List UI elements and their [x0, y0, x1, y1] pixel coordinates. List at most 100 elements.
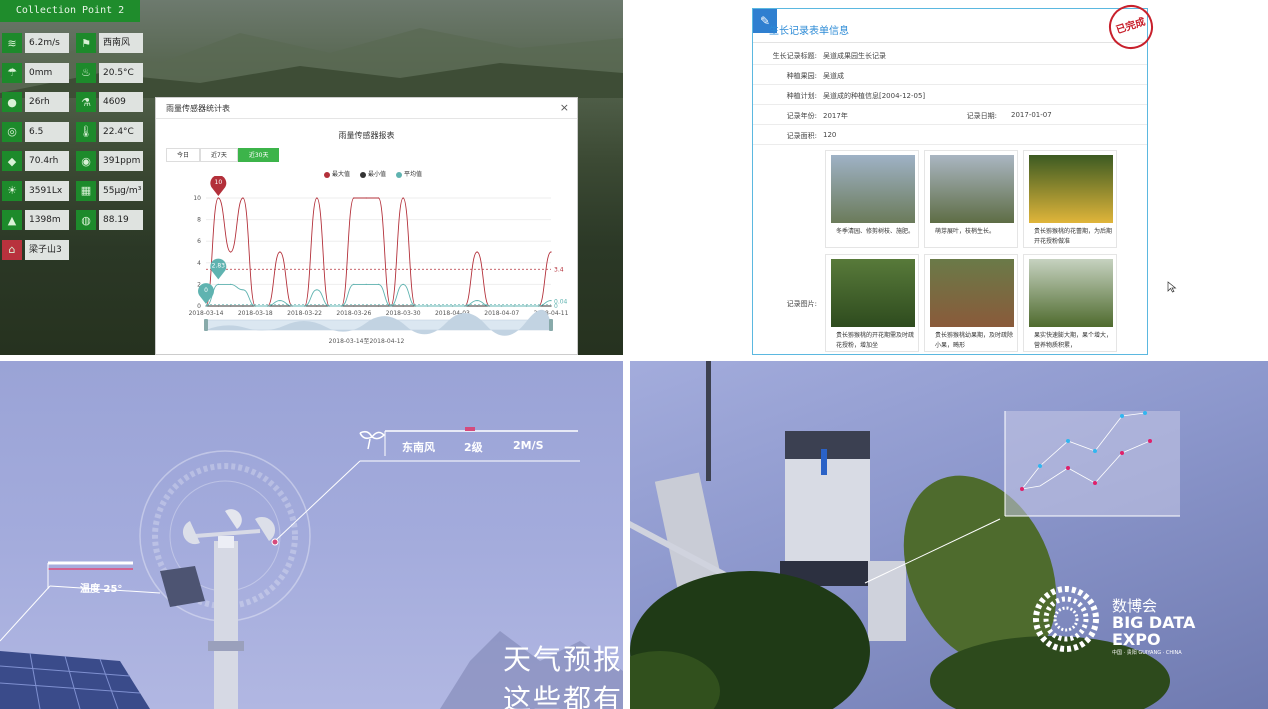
tab-30-days[interactable]: 近30天: [237, 148, 280, 162]
logo-en: BIG DATA EXPO: [1112, 613, 1196, 649]
sensor-value: 26rh: [25, 92, 69, 112]
growth-record-form: ✎ 生长记录表单信息 已完成 生长记录标题: 吴道成果园生长记录 种植果园: 吴道成种…: [752, 0, 1159, 355]
photo-image[interactable]: [1029, 259, 1113, 327]
data-point: [402, 305, 404, 307]
data-point: [242, 197, 244, 199]
form-label: 种植果园:: [786, 72, 817, 80]
form-title: 生长记录表单信息: [769, 26, 849, 37]
sensor-thermometer: 🌡 22.4°C: [76, 121, 143, 142]
sensor-rain: ☂ 0mm: [2, 62, 69, 83]
data-point: [242, 289, 244, 291]
data-point: [217, 197, 219, 199]
data-point: [279, 300, 281, 302]
y-tick-label: 0: [197, 303, 201, 310]
photo-image[interactable]: [930, 155, 1014, 223]
data-point: [205, 305, 207, 307]
sensor-value: 4609: [99, 92, 143, 112]
record-photo[interactable]: 贵长猕猴桃幼果期，及时疏除小果，畸形: [924, 254, 1018, 352]
sensor-value: 1398m: [25, 210, 69, 230]
data-point: [488, 305, 490, 307]
wind-level-text: 2级: [464, 441, 483, 454]
data-point: [525, 305, 527, 307]
photo-image[interactable]: [831, 259, 915, 327]
cursor-icon: [1167, 281, 1177, 293]
photo-image[interactable]: [1029, 155, 1113, 223]
form-value: 吴道成的种植信息[2004-12-05]: [823, 92, 926, 100]
max-marker-label: 10: [215, 179, 223, 186]
soil-ph-icon: ◎: [2, 121, 22, 142]
wind-speed-icon: ≋: [2, 33, 22, 53]
data-point: [230, 251, 232, 253]
form-value: 2017-01-07: [1011, 111, 1052, 119]
temperature-text: 温度 25°: [80, 584, 123, 595]
data-point: [550, 300, 552, 302]
form-value: 吴道成果园生长记录: [823, 52, 886, 60]
form-row: 记录年份: 2017年 记录日期: 2017-01-07: [753, 105, 1147, 125]
sensor-value: 6.5: [25, 121, 69, 142]
data-point: [390, 305, 392, 307]
data-point: [538, 305, 540, 307]
photo-image[interactable]: [930, 259, 1014, 327]
photo-caption: 贵长猕猴桃的花蕾期，为后期开花授粉做准: [1034, 228, 1113, 245]
sensor-pressure: ◍ 88.19: [76, 210, 143, 230]
sensor-flask: ⚗ 4609: [76, 92, 143, 112]
data-point: [353, 197, 355, 199]
data-point: [464, 305, 466, 307]
data-point: [476, 300, 478, 302]
video-subtitle: 天气预报这些都有: [503, 643, 623, 709]
wind-speed-text: 2M/S: [513, 439, 544, 452]
data-point: [217, 305, 219, 307]
rain-icon: ☂: [2, 62, 22, 83]
record-photo[interactable]: 萌芽展叶，枝梢生长。: [924, 150, 1018, 248]
photo-caption: 萌芽展叶，枝梢生长。: [935, 228, 996, 235]
record-photo[interactable]: 果实快速膨大期，果个增大，营养物质积累，: [1023, 254, 1117, 352]
sensor-drop: ◆ 70.4rh: [2, 151, 69, 171]
data-point: [365, 197, 367, 199]
pm25-icon: ▦: [76, 180, 96, 201]
close-icon[interactable]: ×: [560, 101, 569, 114]
flask-icon: ⚗: [76, 92, 96, 112]
sensor-value: 55μg/m³: [99, 180, 143, 201]
form-value: 120: [823, 131, 837, 139]
data-point: [439, 305, 441, 307]
photo-image[interactable]: [831, 155, 915, 223]
form-label: 记录面积:: [786, 132, 817, 140]
sensor-dashboard-panel: Collection Point 2 ≋ 6.2m/s ⚑ 西南风 ☂ 0mm ♨ 20.5°…: [0, 0, 623, 355]
sensor-closeup-panel: 数博会 BIG DATA EXPO 中国 · 贵阳 GUIYANG · CHINA: [630, 361, 1268, 709]
data-point: [501, 305, 503, 307]
sensor-sun: ☀ 3591Lx: [2, 180, 69, 201]
tab-today[interactable]: 今日: [166, 148, 201, 162]
data-point: [316, 305, 318, 307]
logo-sub: 中国 · 贵阳 GUIYANG · CHINA: [1112, 650, 1182, 656]
data-point: [476, 305, 478, 307]
form-row: 种植果园: 吴道成: [753, 65, 1147, 85]
collection-point-title: Collection Point 2: [0, 0, 140, 22]
y-tick-label: 10: [193, 195, 201, 202]
chart-title: 雨量传感器报表: [338, 131, 395, 140]
data-point: [242, 305, 244, 307]
data-point: [303, 305, 306, 307]
min-marker-label: 0: [204, 287, 208, 294]
record-photo[interactable]: 贵长猕猴桃的花蕾期，为后期开花授粉做准: [1023, 150, 1117, 248]
form-label: 生长记录标题:: [772, 52, 817, 60]
temperature-icon: ♨: [76, 62, 96, 83]
form-value: 2017年: [823, 112, 848, 120]
data-point: [316, 289, 318, 291]
photo-caption: 贵长猕猴桃幼果期，及时疏除小果，畸形: [935, 332, 1014, 349]
form-row: 生长记录标题: 吴道成果园生长记录: [753, 45, 1147, 65]
data-point: [377, 197, 380, 199]
data-point: [254, 305, 256, 307]
data-point: [340, 305, 343, 307]
thermometer-icon: 🌡: [76, 121, 96, 142]
sensor-value: 西南风: [99, 33, 143, 53]
data-point: [513, 305, 515, 307]
tab-7-days[interactable]: 近7天: [200, 148, 238, 162]
x-tick-label: 2018-03-30: [386, 310, 421, 317]
sensor-location: ⌂ 梁子山3: [2, 239, 69, 260]
record-photo[interactable]: 冬季清园、修剪树枝、施肥。: [825, 150, 919, 248]
form-label: 记录日期:: [966, 112, 997, 120]
record-photo[interactable]: 贵长猕猴桃的开花期需及时疏花授粉，增加坐: [825, 254, 919, 352]
data-point: [316, 197, 318, 199]
sensor-value: 梁子山3: [25, 239, 69, 260]
data-point: [279, 305, 281, 307]
